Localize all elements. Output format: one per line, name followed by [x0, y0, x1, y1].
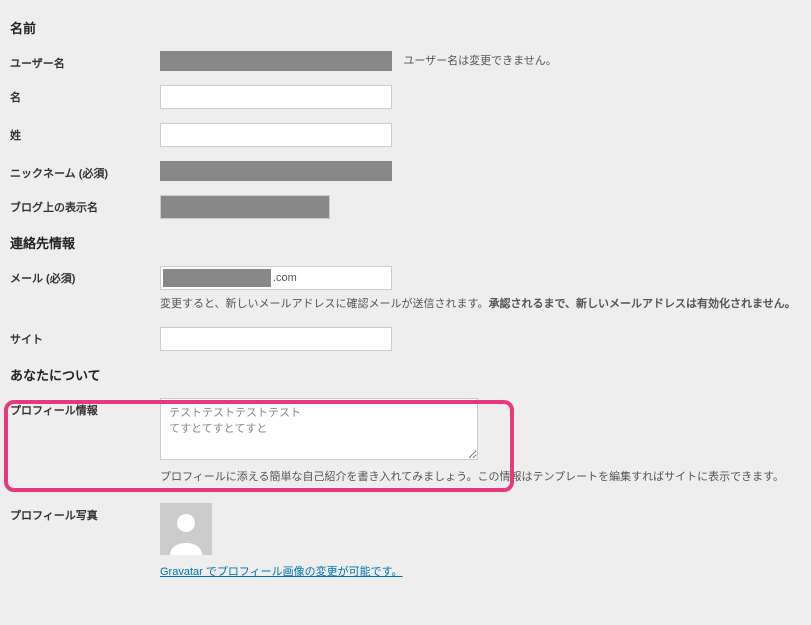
row-firstname: 名	[10, 85, 801, 109]
lastname-input[interactable]	[160, 123, 392, 147]
label-lastname: 姓	[10, 123, 160, 143]
email-domain: .com	[273, 272, 297, 284]
row-nickname: ニックネーム (必須)	[10, 161, 801, 181]
label-username: ユーザー名	[10, 51, 160, 71]
username-hint: ユーザー名は変更できません。	[403, 55, 556, 67]
label-bio: プロフィール情報	[10, 398, 160, 418]
email-input[interactable]: .com	[160, 266, 392, 290]
row-displayname: ブログ上の表示名	[10, 195, 801, 219]
label-photo: プロフィール写真	[10, 503, 160, 523]
gravatar-link[interactable]: Gravatar でプロフィール画像の変更が可能です。	[160, 566, 403, 578]
avatar-icon	[160, 503, 212, 555]
avatar	[160, 503, 212, 555]
row-lastname: 姓	[10, 123, 801, 147]
section-name: 名前	[10, 18, 801, 37]
displayname-select[interactable]	[160, 195, 330, 219]
label-displayname: ブログ上の表示名	[10, 195, 160, 215]
email-desc: 変更すると、新しいメールアドレスに確認メールが送信されます。承認されるまで、新し…	[160, 296, 801, 313]
section-about: あなたについて	[10, 365, 801, 384]
website-input[interactable]	[160, 327, 392, 351]
row-email: メール (必須) .com 変更すると、新しいメールアドレスに確認メールが送信さ…	[10, 266, 801, 313]
label-email: メール (必須)	[10, 266, 160, 286]
username-input[interactable]	[160, 51, 392, 71]
email-masked	[163, 269, 271, 287]
row-website: サイト	[10, 327, 801, 351]
section-contact: 連絡先情報	[10, 233, 801, 252]
label-firstname: 名	[10, 85, 160, 105]
row-bio: プロフィール情報 プロフィールに添える簡単な自己紹介を書き入れてみましょう。この…	[10, 398, 801, 486]
row-photo: プロフィール写真 Gravatar でプロフィール画像の変更が可能です。	[10, 503, 801, 579]
label-nickname: ニックネーム (必須)	[10, 161, 160, 181]
label-website: サイト	[10, 327, 160, 347]
row-username: ユーザー名 ユーザー名は変更できません。	[10, 51, 801, 71]
bio-desc: プロフィールに添える簡単な自己紹介を書き入れてみましょう。この情報はテンプレート…	[160, 469, 801, 486]
nickname-input[interactable]	[160, 161, 392, 181]
bio-textarea[interactable]	[160, 398, 478, 460]
firstname-input[interactable]	[160, 85, 392, 109]
